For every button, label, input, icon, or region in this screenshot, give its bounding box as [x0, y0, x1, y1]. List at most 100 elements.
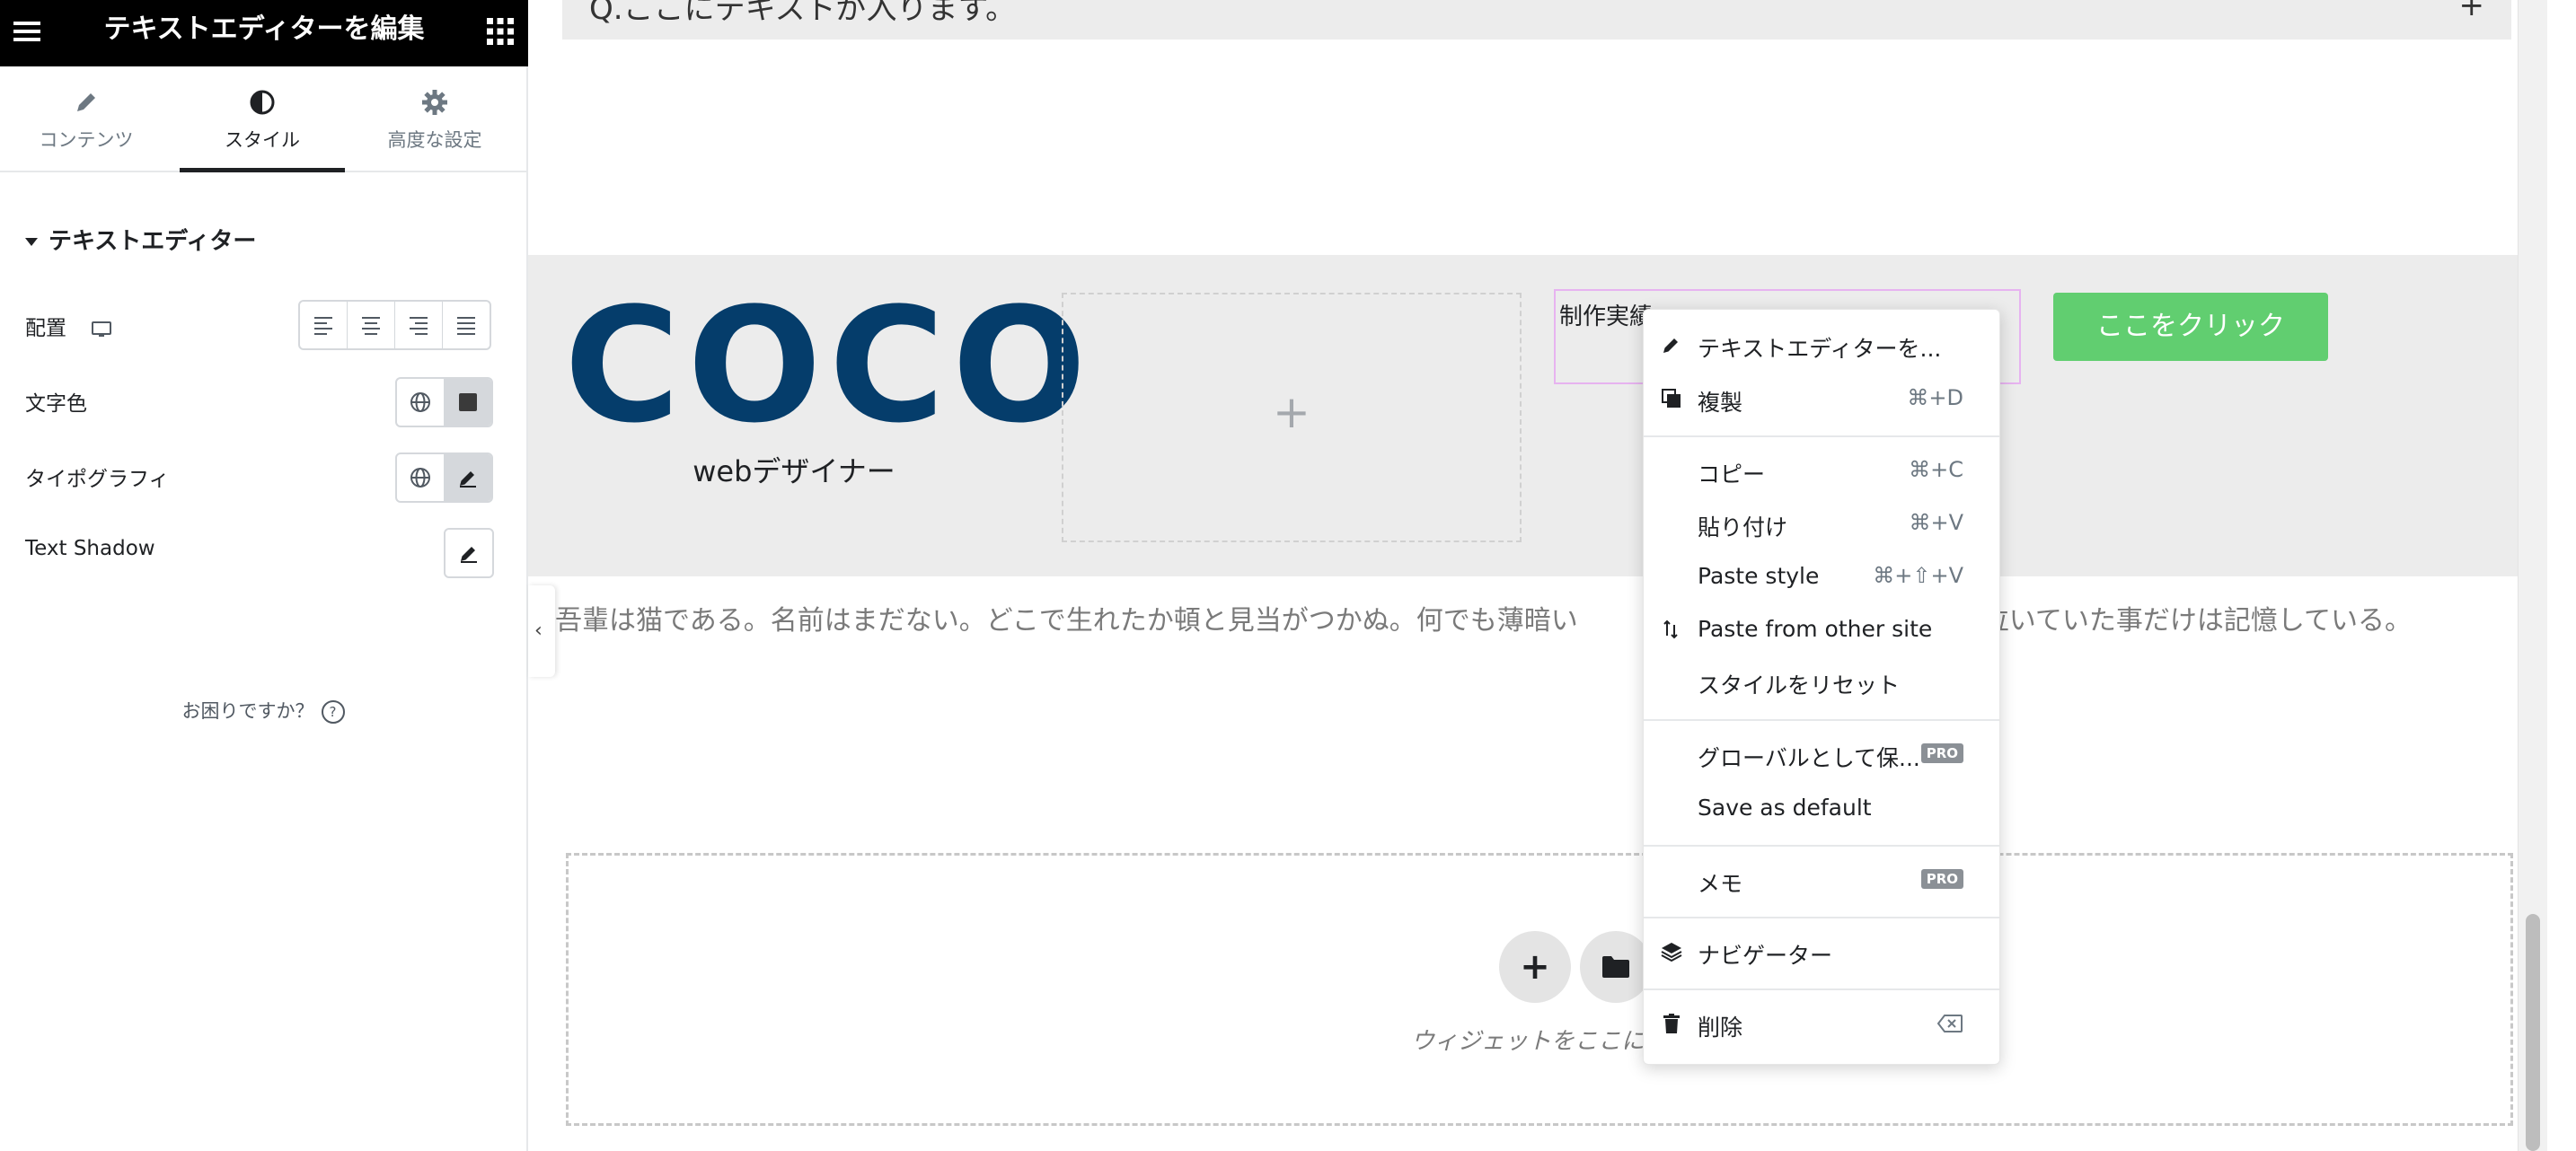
paste-arrows-icon [1663, 619, 1678, 639]
align-justify-button[interactable] [443, 302, 490, 348]
context-menu: テキストエディターを... 複製 ⌘+D コピー ⌘+C 貼り付け ⌘+V Pa… [1643, 309, 2000, 1065]
folder-icon [1602, 956, 1629, 978]
align-justify-icon [457, 317, 475, 335]
align-right-icon [410, 317, 428, 335]
faq-question: Q.ここにテキストが入ります。 [589, 0, 1017, 27]
typography-control [395, 452, 493, 503]
menu-item-label: コピー [1698, 461, 1766, 488]
global-typography-button[interactable] [397, 454, 445, 501]
alignment-label: 配置 [25, 317, 66, 340]
menu-item-label: スタイルをリセット [1698, 672, 1901, 699]
align-left-button[interactable] [300, 302, 348, 348]
copy-icon [1662, 389, 1681, 408]
text-color-control [395, 377, 493, 427]
menu-item-edit[interactable]: テキストエディターを... [1644, 322, 1999, 367]
alignment-buttons [298, 300, 491, 350]
color-swatch-icon [459, 393, 477, 411]
menu-separator [1644, 988, 1999, 990]
menu-item-duplicate[interactable]: 複製 ⌘+D [1644, 376, 1999, 421]
chevron-left-icon: ‹ [534, 619, 543, 642]
faq-expand-icon[interactable]: + [2459, 0, 2485, 23]
scrollbar-thumb[interactable] [2526, 914, 2540, 1151]
menu-item-shortcut: ⌘+V [1909, 510, 1963, 535]
desktop-responsive-icon[interactable] [91, 319, 112, 340]
globe-icon [410, 392, 430, 412]
globe-icon [410, 468, 430, 488]
align-center-icon [362, 317, 380, 335]
text-shadow-control [444, 528, 494, 578]
widgets-grid-icon[interactable] [485, 16, 516, 47]
empty-column[interactable]: + [1062, 293, 1522, 542]
widget-drop-zone[interactable]: + ウィジェットをここにド [566, 853, 2513, 1126]
text-shadow-label: Text Shadow [25, 537, 155, 560]
menu-item-reset-style[interactable]: スタイルをリセット [1644, 659, 1999, 704]
align-right-button[interactable] [395, 302, 443, 348]
tab-advanced[interactable]: 高度な設定 [348, 66, 521, 171]
add-widget-plus-icon[interactable]: + [1063, 386, 1520, 438]
menu-item-label: Paste style [1698, 563, 1820, 589]
preview-canvas: Q.ここにテキストが入ります。 + COCO webデザイナー + 制作実績 こ… [528, 0, 2547, 1151]
menu-item-shortcut: ⌘+C [1909, 457, 1963, 482]
faq-accordion-item[interactable]: Q.ここにテキストが入ります。 + [562, 0, 2511, 40]
menu-item-label: 削除 [1698, 1015, 1743, 1041]
help-link[interactable]: お困りですか？? [0, 697, 526, 724]
color-picker-button[interactable] [445, 379, 491, 426]
add-template-button[interactable] [1580, 931, 1652, 1003]
drop-zone-text: ウィジェットをここにド [1410, 1028, 1668, 1055]
panel-tabs: コンテンツ スタイル 高度な設定 [0, 66, 526, 172]
pencil-icon [77, 93, 95, 111]
canvas-scrollbar[interactable] [2518, 0, 2547, 1151]
gear-icon [422, 90, 447, 115]
section-toggle[interactable]: テキストエディター [25, 223, 256, 256]
menu-item-label: グローバルとして保... [1698, 745, 1920, 771]
pro-badge: PRO [1920, 743, 1963, 763]
help-question-icon: ? [321, 700, 345, 724]
menu-item-paste[interactable]: 貼り付け ⌘+V [1644, 501, 1999, 546]
tab-advanced-label: 高度な設定 [387, 129, 482, 151]
menu-item-save-default[interactable]: Save as default [1644, 786, 1999, 830]
menu-item-navigator[interactable]: ナビゲーター [1644, 929, 1999, 974]
hamburger-menu-icon[interactable] [9, 13, 45, 49]
menu-item-label: ナビゲーター [1698, 943, 1833, 969]
works-text: 制作実績 [1559, 303, 1654, 330]
pencil-icon [1663, 338, 1678, 353]
menu-item-copy[interactable]: コピー ⌘+C [1644, 448, 1999, 493]
contrast-icon [250, 90, 275, 115]
global-color-button[interactable] [397, 379, 445, 426]
menu-item-paste-other-site[interactable]: Paste from other site [1644, 607, 1999, 652]
trash-icon [1663, 1014, 1680, 1033]
layers-icon [1661, 943, 1682, 962]
menu-item-label: 貼り付け [1698, 514, 1788, 540]
tab-content-label: コンテンツ [39, 129, 134, 151]
menu-separator [1644, 917, 1999, 918]
menu-separator [1644, 719, 1999, 721]
body-paragraph: 吾輩は猫である。名前はまだない。どこで生れたか頓と見当がつかぬ。何でも薄暗い ャ… [555, 605, 2412, 637]
menu-item-save-global[interactable]: グローバルとして保... PRO [1644, 732, 1999, 777]
tab-style[interactable]: スタイル [176, 66, 348, 172]
align-center-button[interactable] [348, 302, 395, 348]
typography-label: タイポグラフィ [25, 468, 170, 491]
text-shadow-edit-button[interactable] [446, 530, 492, 576]
menu-item-label: Paste from other site [1698, 616, 1933, 642]
typography-edit-button[interactable] [445, 454, 491, 501]
tab-content[interactable]: コンテンツ [0, 66, 172, 171]
caret-down-icon [25, 238, 38, 246]
add-section-button[interactable]: + [1499, 931, 1571, 1003]
editor-panel: テキストエディターを編集 コンテンツ スタイル 高度な設定 テキストエディター … [0, 0, 528, 1151]
delete-key-icon [1936, 1015, 1963, 1032]
menu-item-shortcut: ⌘+D [1907, 385, 1963, 410]
cta-button[interactable]: ここをクリック [2053, 293, 2328, 361]
menu-item-label: 複製 [1698, 390, 1743, 416]
menu-item-delete[interactable]: 削除 [1644, 1001, 1999, 1046]
menu-item-shortcut: ⌘+⇧+V [1873, 563, 1963, 588]
logo-subtitle: webデザイナー [693, 454, 895, 488]
menu-separator [1644, 845, 1999, 847]
panel-collapse-toggle[interactable]: ‹ [528, 585, 555, 677]
panel-title: テキストエディターを編集 [103, 13, 425, 45]
alignment-control: 配置 [25, 311, 112, 341]
panel-header: テキストエディターを編集 [0, 0, 528, 66]
menu-item-paste-style[interactable]: Paste style ⌘+⇧+V [1644, 554, 1999, 599]
text-color-label: 文字色 [25, 392, 87, 416]
menu-item-notes[interactable]: メモ PRO [1644, 857, 1999, 902]
menu-item-label: メモ [1698, 871, 1743, 897]
